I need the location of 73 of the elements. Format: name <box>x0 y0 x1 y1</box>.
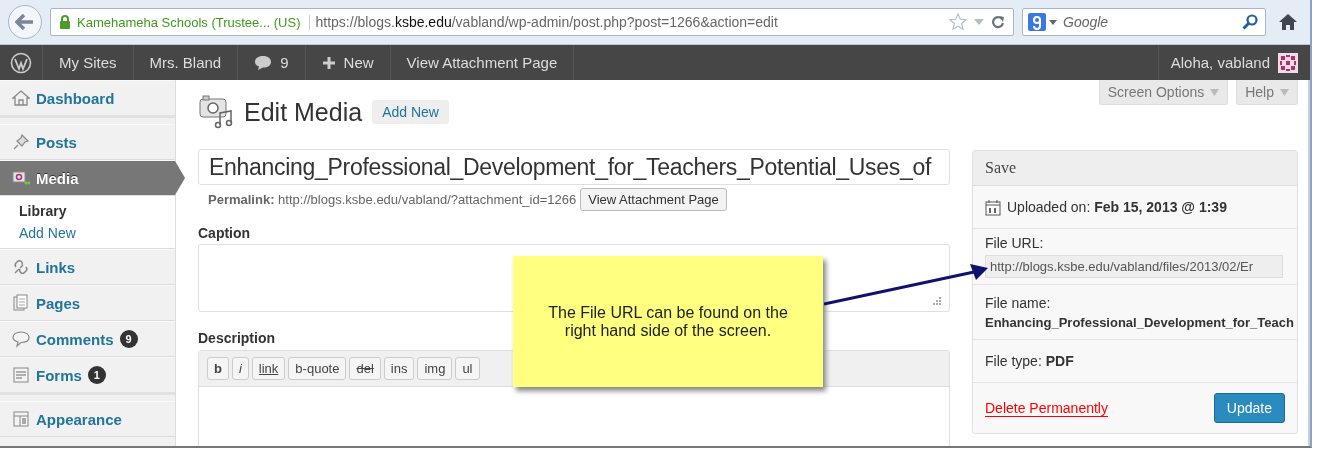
site-identity: Kamehameha Schools (Trustee... (US) <box>77 14 310 30</box>
toolbar-button[interactable]: ul <box>455 357 480 380</box>
caret-icon[interactable] <box>1049 20 1057 25</box>
link-icon <box>12 258 30 276</box>
sidebar-item[interactable]: Comments 9 <box>0 321 175 357</box>
description-label: Description <box>198 330 275 346</box>
caption-label: Caption <box>198 225 252 241</box>
add-new-button[interactable]: Add New <box>372 100 449 124</box>
count-badge: 1 <box>87 366 106 384</box>
view-attachment-button[interactable]: View Attachment Page <box>580 188 727 211</box>
file-name: Enhancing_Professional_Development_for_Teach <box>985 314 1294 330</box>
panel-title: Save <box>973 151 1297 186</box>
camera-icon <box>12 169 30 187</box>
file-name-label: File name: <box>985 294 1051 311</box>
page-title: Edit Media <box>244 97 363 127</box>
google-icon <box>1028 13 1046 31</box>
url-text: https://blogs.ksbe.edu/vabland/wp-admin/post.php?post=1266&action=edit <box>315 14 779 30</box>
back-arrow-icon <box>15 14 35 30</box>
sidebar-item[interactable]: Appearance <box>0 401 175 437</box>
house-icon <box>12 89 30 107</box>
search-icon[interactable] <box>1242 14 1258 30</box>
help-button[interactable]: Help <box>1236 80 1298 105</box>
form-icon <box>12 366 30 384</box>
resize-grip-icon[interactable] <box>931 295 941 305</box>
toolbar-button[interactable]: b-quote <box>288 357 347 380</box>
pin-icon <box>12 133 30 151</box>
search-field[interactable]: Google <box>1022 8 1266 36</box>
address-bar[interactable]: Kamehameha Schools (Trustee... (US) https://blogs.ksbe.edu/vabland/wp-admin/post.php?post=1266&action=edit <box>50 8 1014 36</box>
sidebar-item[interactable]: Forms 1 <box>0 357 175 395</box>
new-link[interactable]: New <box>305 45 391 80</box>
screen-options-button[interactable]: Screen Options <box>1098 80 1229 105</box>
upload-date: Uploaded on: Feb 15, 2013 @ 1:39 <box>1007 199 1227 215</box>
avatar-icon[interactable] <box>1278 52 1298 73</box>
title-field[interactable]: Enhancing_Professional_Development_for_Teachers_Potential_Uses_of <box>198 149 950 185</box>
toolbar-button[interactable]: del <box>349 357 381 380</box>
plus-icon <box>321 55 336 70</box>
media-icon <box>198 95 234 129</box>
lock-icon <box>59 15 71 29</box>
greeting[interactable]: Aloha, vabland <box>1170 54 1270 71</box>
home-icon[interactable] <box>1278 13 1298 31</box>
bubble-icon <box>12 330 30 348</box>
calendar-icon <box>985 198 1001 216</box>
file-url-label: File URL: <box>985 235 1044 251</box>
admin-bar-link[interactable]: Mrs. Bland <box>133 45 239 80</box>
submenu-item[interactable]: Add New <box>0 222 175 244</box>
admin-bar-link[interactable]: View Attachment Page <box>390 45 575 80</box>
caret-icon <box>1210 88 1220 96</box>
comments-link[interactable]: 9 <box>238 45 306 80</box>
delete-link[interactable]: Delete Permanently <box>985 399 1108 417</box>
toolbar-button[interactable]: img <box>417 357 453 380</box>
toolbar-button[interactable]: b <box>207 357 229 380</box>
update-button[interactable]: Update <box>1213 393 1285 423</box>
sidebar-item[interactable]: Dashboard <box>0 80 175 118</box>
pages-icon <box>12 294 30 312</box>
file-type: File type: PDF <box>985 353 1074 369</box>
caret-icon <box>1280 88 1289 96</box>
callout-text: The File URL can be found on the right hand side of the screen. <box>547 303 789 340</box>
scrollbar[interactable] <box>1308 80 1310 446</box>
sidebar-item[interactable]: Pages <box>0 285 175 321</box>
toolbar-button[interactable]: i <box>231 357 249 380</box>
admin-bar-link[interactable]: My Sites <box>43 45 134 80</box>
back-button[interactable] <box>8 5 42 39</box>
sidebar-item[interactable]: Links <box>0 249 175 285</box>
reload-icon[interactable] <box>991 15 1005 29</box>
speech-bubble-icon <box>254 54 273 71</box>
star-icon[interactable] <box>949 13 967 31</box>
submenu-item[interactable]: Library <box>0 200 175 222</box>
permalink-text: Permalink: http://blogs.ksbe.edu/vabland/?attachment_id=1266 <box>208 192 577 207</box>
file-url-field[interactable]: http://blogs.ksbe.edu/vabland/files/2013/02/Er <box>985 255 1283 278</box>
toolbar-button[interactable]: link <box>251 357 286 380</box>
appearance-icon <box>12 410 30 428</box>
toolbar-button[interactable]: ins <box>383 357 415 380</box>
count-badge: 9 <box>119 330 138 348</box>
